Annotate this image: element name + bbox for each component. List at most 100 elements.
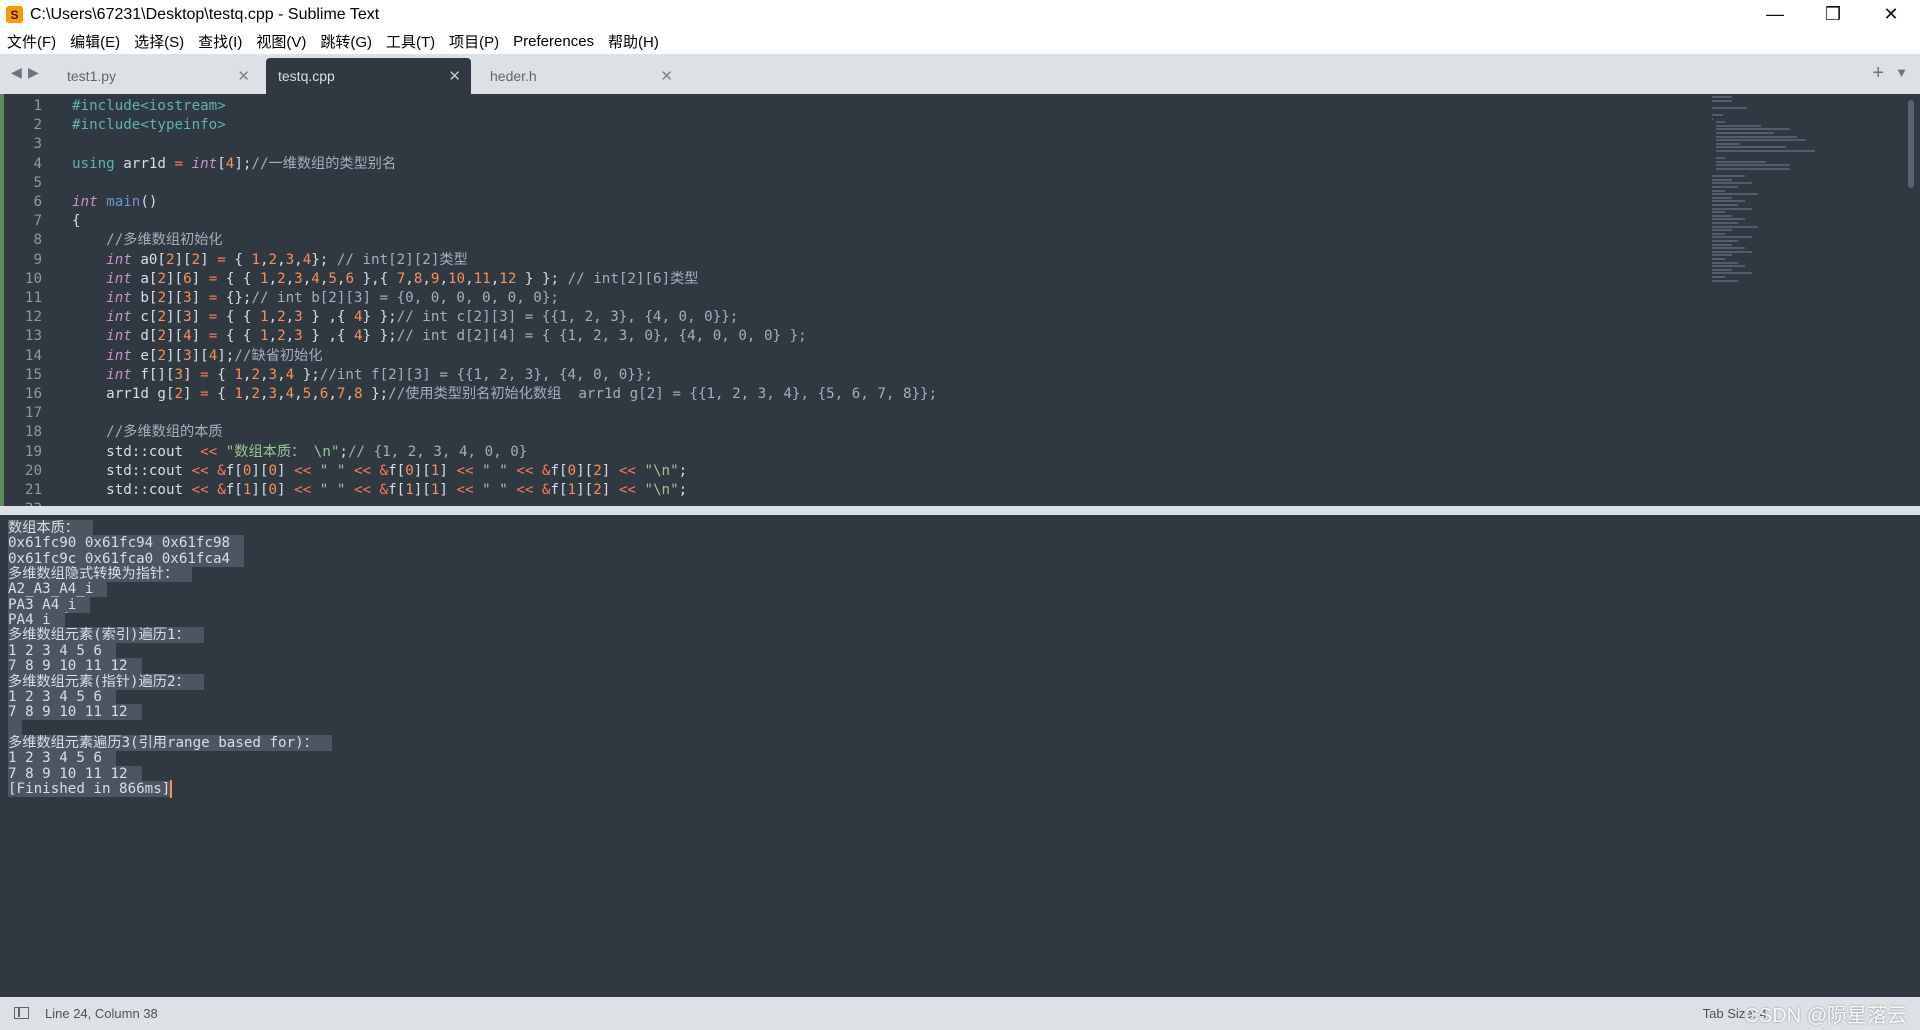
code-text[interactable]: { xyxy=(72,212,81,231)
line-number: 13 xyxy=(24,328,42,345)
minimap-line xyxy=(1715,128,1791,131)
code-text[interactable]: std::cout << &f[1][0] << " " << &f[1][1]… xyxy=(72,481,687,500)
code-token: 3 xyxy=(183,309,192,326)
menu-selection[interactable]: 选择(S) xyxy=(127,31,191,52)
code-token: 2 xyxy=(157,328,166,345)
new-tab-icon[interactable]: + xyxy=(1872,62,1884,85)
code-token: a[ xyxy=(140,270,158,287)
tab-prev-icon[interactable]: ◀ xyxy=(11,64,22,81)
minimap-line xyxy=(1715,124,1761,127)
code-text[interactable]: int d[2][4] = { { 1,2,3 } ,{ 4} };// int… xyxy=(72,327,807,346)
code-token: 1 xyxy=(259,328,269,345)
minimap-line xyxy=(1712,117,1714,120)
menu-view[interactable]: 视图(V) xyxy=(249,31,313,52)
code-token: " " xyxy=(482,482,517,498)
code-token: } ,{ xyxy=(302,328,354,345)
menu-help[interactable]: 帮助(H) xyxy=(601,31,666,52)
code-text[interactable]: arr1d g[2] = { 1,2,3,4,5,6,7,8 };//使用类型别… xyxy=(72,385,937,404)
code-token: , xyxy=(302,270,312,287)
code-text[interactable]: #include<iostream> xyxy=(72,97,226,116)
menu-tools[interactable]: 工具(T) xyxy=(379,31,442,52)
minimap-line xyxy=(1712,222,1739,224)
line-number: 4 xyxy=(33,155,42,172)
code-token: , xyxy=(345,386,354,402)
code-token: // {1, 2, 3, 4, 0, 0} xyxy=(347,443,528,460)
minimize-button[interactable]: — xyxy=(1746,0,1804,29)
tab-close-icon[interactable]: ✕ xyxy=(448,67,461,85)
code-token: ] xyxy=(601,462,619,479)
code-text[interactable]: int b[2][3] = {};// int b[2][3] = {0, 0,… xyxy=(72,289,559,308)
tab-menu-icon[interactable]: ▼ xyxy=(1895,65,1908,80)
code-token: ][ xyxy=(413,482,431,498)
code-token: { { xyxy=(225,328,260,345)
menu-preferences[interactable]: Preferences xyxy=(506,33,601,50)
close-button[interactable]: ✕ xyxy=(1862,0,1920,29)
code-token: 2 xyxy=(191,251,201,268)
title-bar: S C:\Users\67231\Desktop\testq.cpp - Sub… xyxy=(0,0,1920,29)
menu-project[interactable]: 项目(P) xyxy=(442,31,506,52)
code-text[interactable]: #include<typeinfo> xyxy=(72,116,226,135)
code-text[interactable]: int a0[2][2] = { 1,2,3,4}; // int[2][2]类… xyxy=(72,251,468,270)
code-token: c[ xyxy=(140,309,158,326)
code-text[interactable]: int f[][3] = { 1,2,3,4 };//int f[2][3] =… xyxy=(72,366,653,385)
code-token: << xyxy=(294,482,320,498)
code-text[interactable]: int c[2][3] = { { 1,2,3 } ,{ 4} };// int… xyxy=(72,308,738,327)
tab-testq-cpp[interactable]: testq.cpp ✕ xyxy=(266,58,471,94)
code-text[interactable]: std::cout << "数组本质： \n";// {1, 2, 3, 4, … xyxy=(72,443,527,462)
menu-find[interactable]: 查找(I) xyxy=(191,31,249,52)
code-token: 2 xyxy=(174,386,184,402)
minimap-line xyxy=(1715,132,1774,134)
code-text[interactable]: int a[2][6] = { { 1,2,3,4,5,6 },{ 7,8,9,… xyxy=(72,270,699,289)
build-output-panel[interactable]: 数组本质： 0x61fc90 0x61fc94 0x61fc98 0x61fc9c … xyxy=(0,515,1920,997)
code-token: , xyxy=(277,386,286,402)
code-token: 1 xyxy=(234,386,243,402)
code-token: "\n" xyxy=(644,462,679,479)
code-token: f[][ xyxy=(140,366,175,383)
code-token: << xyxy=(200,443,226,460)
code-token: , xyxy=(268,328,278,345)
minimap-line xyxy=(1712,232,1726,235)
code-text[interactable]: //多维数组的本质 xyxy=(72,423,222,442)
code-token: b[ xyxy=(140,290,158,306)
code-token: 2 xyxy=(157,290,166,306)
code-token: ] xyxy=(277,482,295,498)
tab-test1-py[interactable]: test1.py ✕ xyxy=(55,58,260,94)
cursor-position[interactable]: Line 24, Column 38 xyxy=(45,1006,158,1021)
code-token: // int[2][6]类型 xyxy=(567,270,699,287)
code-text[interactable]: int e[2][3][4];//缺省初始化 xyxy=(72,347,322,366)
code-text[interactable]: using arr1d = int[4];//一维数组的类型别名 xyxy=(72,155,396,174)
menu-file[interactable]: 文件(F) xyxy=(0,31,63,52)
tab-next-icon[interactable]: ▶ xyxy=(28,64,39,81)
code-token: { { xyxy=(225,309,260,326)
window-title: C:\Users\67231\Desktop\testq.cpp - Subli… xyxy=(30,5,380,23)
code-token: main xyxy=(106,194,141,210)
menu-edit[interactable]: 编辑(E) xyxy=(63,31,127,52)
restore-button[interactable]: ❒ xyxy=(1804,0,1862,29)
code-token: //多维数组初始化 xyxy=(106,232,223,249)
editor-scrollbar[interactable] xyxy=(1908,100,1914,188)
code-token: << & xyxy=(191,482,226,498)
code-text[interactable]: //多维数组初始化 xyxy=(72,231,223,250)
code-token: << & xyxy=(191,462,226,479)
menu-goto[interactable]: 跳转(G) xyxy=(313,31,379,52)
line-number: 2 xyxy=(33,117,42,134)
code-token: ][ xyxy=(191,347,209,364)
code-text[interactable]: int main() xyxy=(72,193,157,212)
code-token: ][ xyxy=(165,290,184,306)
code-token: 5 xyxy=(328,270,337,287)
text-caret xyxy=(170,779,173,798)
minimap[interactable] xyxy=(1712,96,1872,296)
tab-close-icon[interactable]: ✕ xyxy=(237,67,250,85)
tab-close-icon[interactable]: ✕ xyxy=(660,67,673,85)
code-token: }; xyxy=(294,366,320,383)
panel-toggle-icon[interactable] xyxy=(14,1007,29,1019)
code-editor[interactable]: 1 #include<iostream> 2 #include<typeinfo> 3 4… xyxy=(0,94,1920,506)
code-text[interactable]: std::cout << &f[0][0] << " " << &f[0][1]… xyxy=(72,462,687,481)
tab-heder-h[interactable]: heder.h ✕ xyxy=(478,58,683,94)
code-token: int xyxy=(72,194,107,210)
panel-divider[interactable] xyxy=(0,506,1920,515)
code-token: , xyxy=(285,328,295,345)
code-token: f[ xyxy=(388,482,406,498)
code-token: 1 xyxy=(251,251,260,268)
